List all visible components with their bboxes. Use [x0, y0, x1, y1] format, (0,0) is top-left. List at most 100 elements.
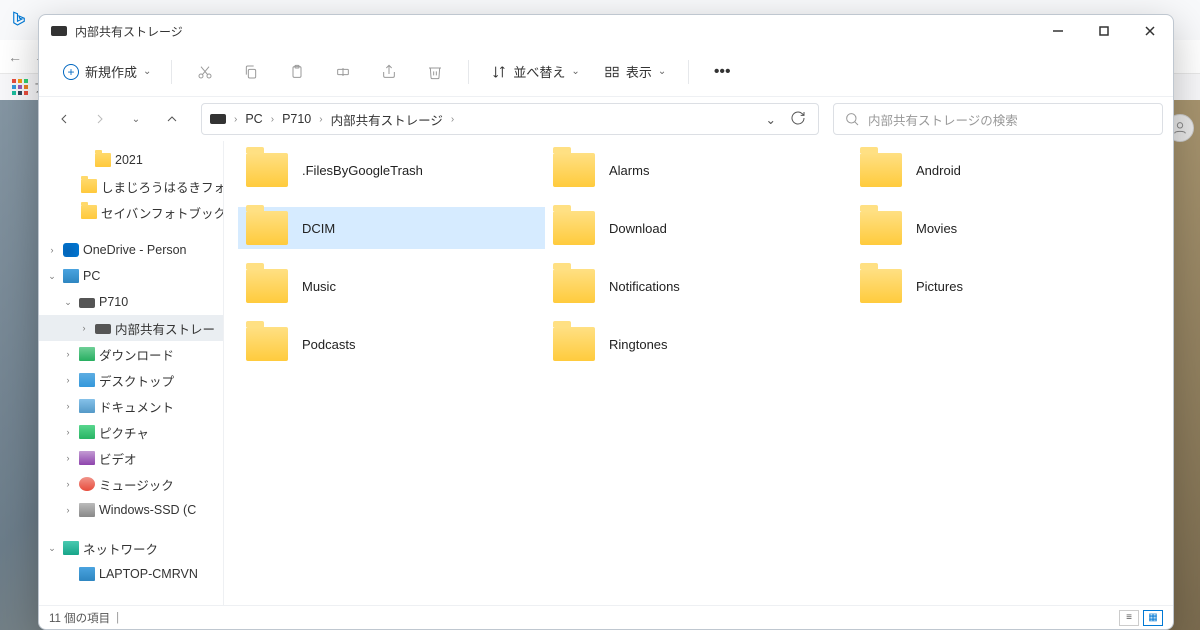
tree-label: P710 [99, 295, 128, 309]
tree-node[interactable]: › ダウンロード [39, 341, 223, 367]
folder-item[interactable]: DCIM [238, 207, 545, 249]
device-icon [51, 26, 67, 36]
expand-icon[interactable]: › [77, 323, 91, 333]
refresh-button[interactable] [786, 110, 810, 129]
tree-label: ビデオ [99, 449, 137, 468]
tree-node[interactable]: › ビデオ [39, 445, 223, 471]
tree-node[interactable]: ⌄ネットワーク [39, 535, 223, 561]
mus-icon [79, 477, 95, 491]
tree-node[interactable]: ›デスクトップ [39, 367, 223, 393]
chevron-down-icon: ⌄ [658, 66, 666, 77]
pc-icon [63, 269, 79, 283]
new-button[interactable]: + 新規作成 ⌄ [57, 58, 157, 85]
up-button[interactable] [157, 104, 187, 134]
tree-label: ピクチャ [99, 423, 149, 442]
folder-icon [860, 269, 902, 303]
explorer-window: 内部共有ストレージ + 新規作成 ⌄ 並べ替え ⌄ 表示 ⌄ [38, 14, 1174, 630]
folder-item[interactable]: .FilesByGoogleTrash [238, 149, 545, 191]
expand-icon[interactable]: › [61, 349, 75, 359]
folder-item[interactable]: Pictures [852, 265, 1159, 307]
maximize-button[interactable] [1081, 15, 1127, 47]
apps-grid-icon [12, 79, 28, 95]
tree-label: 2021 [115, 153, 143, 167]
tree-node[interactable]: LAPTOP-CMRVN [39, 561, 223, 587]
folder-item[interactable]: Download [545, 207, 852, 249]
share-button[interactable] [370, 54, 408, 90]
more-button[interactable]: ••• [703, 54, 741, 90]
tree-label: セイバンフォトブック [101, 203, 223, 222]
paste-button[interactable] [278, 54, 316, 90]
tree-node[interactable]: ⌄PC [39, 263, 223, 289]
recent-button[interactable]: ⌄ [121, 104, 151, 134]
expand-icon[interactable]: ⌄ [45, 271, 59, 282]
tree-node[interactable]: ›ドキュメント [39, 393, 223, 419]
folder-icon [95, 153, 111, 167]
tree-node[interactable]: › 内部共有ストレー [39, 315, 223, 341]
folder-item[interactable]: Music [238, 265, 545, 307]
folder-item[interactable]: Alarms [545, 149, 852, 191]
tree-node[interactable]: しまじろうはるきフォ [39, 173, 223, 199]
dev-icon [79, 298, 95, 308]
breadcrumb-part[interactable]: P710 [282, 112, 311, 126]
folder-icon [246, 211, 288, 245]
tree-label: ダウンロード [99, 345, 174, 364]
expand-icon[interactable]: › [61, 479, 75, 489]
forward-button[interactable] [85, 104, 115, 134]
folder-name: Movies [916, 221, 957, 236]
back-button[interactable] [49, 104, 79, 134]
expand-icon[interactable]: › [61, 505, 75, 515]
folder-item[interactable]: Podcasts [238, 323, 545, 365]
sort-button[interactable]: 並べ替え ⌄ [483, 62, 587, 81]
icons-view-button[interactable]: ▦ [1143, 610, 1163, 626]
expand-icon[interactable]: › [61, 427, 75, 437]
tree-node[interactable]: › ピクチャ [39, 419, 223, 445]
tree-label: Windows-SSD (C [99, 503, 196, 517]
delete-button[interactable] [416, 54, 454, 90]
tree-label: OneDrive - Person [83, 243, 187, 257]
folder-item[interactable]: Ringtones [545, 323, 852, 365]
history-chevron-icon[interactable]: ⌄ [762, 112, 780, 127]
expand-icon[interactable]: › [61, 375, 75, 385]
folder-icon [81, 205, 97, 219]
sidebar[interactable]: 2021 しまじろうはるきフォセイバンフォトブック › OneDrive - Pers… [39, 141, 224, 605]
expand-icon[interactable]: ⌄ [45, 543, 59, 554]
breadcrumb-part[interactable]: PC [245, 112, 262, 126]
titlebar[interactable]: 内部共有ストレージ [39, 15, 1173, 47]
minimize-button[interactable] [1035, 15, 1081, 47]
close-button[interactable] [1127, 15, 1173, 47]
tree-node[interactable]: › Windows-SSD (C [39, 497, 223, 523]
tree-node[interactable]: ⌄ P710 [39, 289, 223, 315]
address-bar[interactable]: › PC › P710 › 内部共有ストレージ › ⌄ [201, 103, 819, 135]
folder-item[interactable]: Notifications [545, 265, 852, 307]
chevron-down-icon: ⌄ [143, 66, 151, 77]
cut-button[interactable] [186, 54, 224, 90]
folder-item[interactable]: Movies [852, 207, 1159, 249]
window-controls [1035, 15, 1173, 47]
expand-icon[interactable]: ⌄ [61, 297, 75, 308]
item-count: 11 個の項目 [49, 610, 110, 626]
search-box[interactable]: 内部共有ストレージの検索 [833, 103, 1163, 135]
expand-icon[interactable]: › [61, 453, 75, 463]
folder-content[interactable]: .FilesByGoogleTrashAlarmsAndroid DCIM Down… [224, 141, 1173, 605]
tree-node[interactable]: セイバンフォトブック [39, 199, 223, 225]
copy-button[interactable] [232, 54, 270, 90]
expand-icon[interactable]: › [61, 401, 75, 411]
tree-node[interactable]: ›ミュージック [39, 471, 223, 497]
tree-node[interactable]: › OneDrive - Person [39, 237, 223, 263]
details-view-button[interactable]: ≡ [1119, 610, 1139, 626]
status-bar: 11 個の項目 | ≡ ▦ [39, 605, 1173, 629]
separator [468, 60, 469, 84]
breadcrumb-part[interactable]: 内部共有ストレージ [331, 110, 443, 129]
folder-icon [246, 327, 288, 361]
folder-name: DCIM [302, 221, 335, 236]
view-button[interactable]: 表示 ⌄ [596, 62, 674, 81]
rename-button[interactable] [324, 54, 362, 90]
down-icon [79, 347, 95, 361]
tree-label: 内部共有ストレー [115, 319, 215, 338]
folder-item[interactable]: Android [852, 149, 1159, 191]
net-icon [63, 541, 79, 555]
tree-node[interactable]: 2021 [39, 147, 223, 173]
folder-icon [860, 211, 902, 245]
onedrive-icon [63, 243, 79, 257]
expand-icon[interactable]: › [45, 245, 59, 255]
